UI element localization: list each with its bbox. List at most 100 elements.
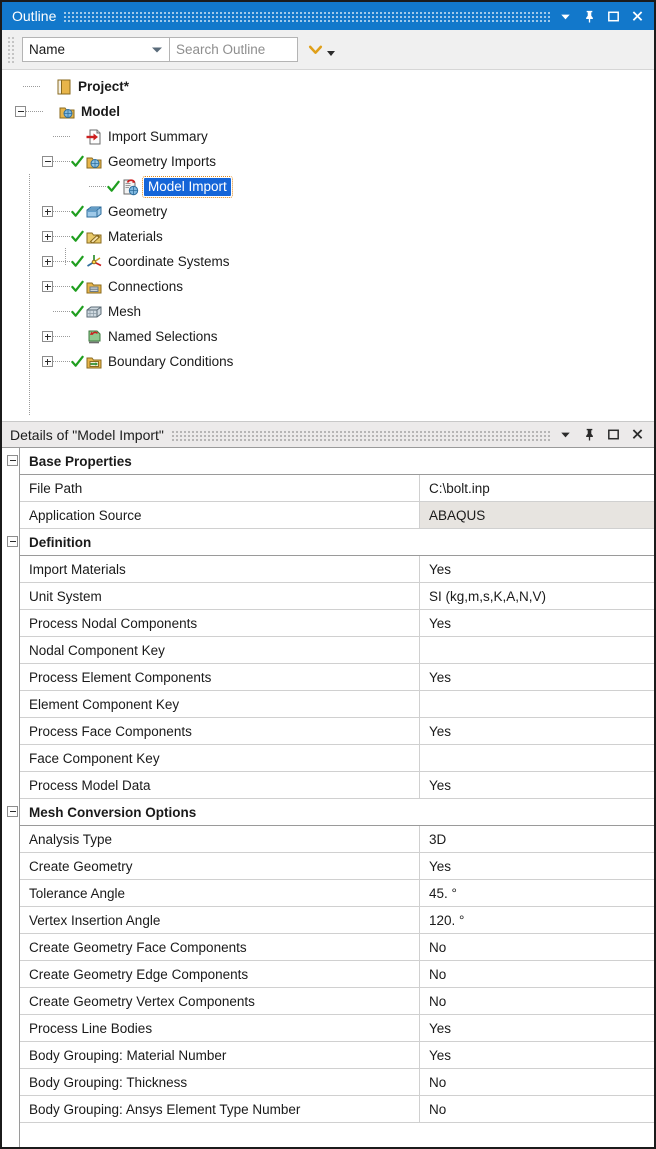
tree-item-mesh[interactable]: Mesh [2, 299, 654, 324]
tree-connector [53, 236, 71, 237]
chevron-down-icon[interactable] [558, 427, 573, 442]
tree-expander-toggle[interactable] [42, 231, 53, 242]
details-property-value[interactable]: Yes [420, 853, 654, 879]
details-row[interactable]: Process Model Data Yes [20, 772, 654, 799]
details-row[interactable]: Face Component Key [20, 745, 654, 772]
details-property-value[interactable] [420, 745, 654, 771]
details-grid-gutter [2, 448, 20, 1147]
details-row[interactable]: File Path C:\bolt.inp [20, 475, 654, 502]
details-row[interactable]: Unit System SI (kg,m,s,K,A,N,V) [20, 583, 654, 610]
tree-item-import-summary[interactable]: Import Summary [2, 124, 654, 149]
chevron-down-icon[interactable] [558, 9, 573, 24]
tree-expander-toggle[interactable] [42, 256, 53, 267]
tree-item-label: Project* [78, 79, 130, 94]
details-row[interactable]: Body Grouping: Ansys Element Type Number… [20, 1096, 654, 1123]
tree-item-coordinate-systems[interactable]: Coordinate Systems [2, 249, 654, 274]
tree-expander-toggle[interactable] [15, 106, 26, 117]
section-expander-toggle[interactable] [7, 806, 18, 817]
details-row[interactable]: Nodal Component Key [20, 637, 654, 664]
tree-item-model[interactable]: Model [2, 99, 654, 124]
details-row[interactable]: Create Geometry Vertex Components No [20, 988, 654, 1015]
pin-icon[interactable] [582, 9, 597, 24]
tree-item-boundary-conditions[interactable]: Boundary Conditions [2, 349, 654, 374]
tree-item-geometry[interactable]: Geometry [2, 199, 654, 224]
tree-item-named-selections[interactable]: Named Selections [2, 324, 654, 349]
status-check-icon [71, 230, 84, 242]
details-property-value[interactable]: SI (kg,m,s,K,A,N,V) [420, 583, 654, 609]
details-property-value[interactable]: Yes [420, 664, 654, 690]
details-row[interactable]: Import Materials Yes [20, 556, 654, 583]
chevron-down-yellow-icon[interactable] [307, 41, 324, 58]
section-expander-toggle[interactable] [7, 536, 18, 547]
details-row[interactable]: Tolerance Angle 45. ° [20, 880, 654, 907]
tree-connector [26, 111, 44, 112]
details-property-value[interactable]: 45. ° [420, 880, 654, 906]
tree-expander-toggle[interactable] [42, 356, 53, 367]
details-property-value[interactable]: No [420, 961, 654, 987]
tree-expander-toggle[interactable] [42, 331, 53, 342]
coordinate-systems-icon [87, 254, 102, 267]
details-row[interactable]: Process Nodal Components Yes [20, 610, 654, 637]
tree-expander-toggle[interactable] [42, 156, 53, 167]
tree-expander-toggle[interactable] [42, 281, 53, 292]
details-property-value[interactable]: No [420, 988, 654, 1014]
details-title: Details of "Model Import" [10, 426, 164, 443]
details-property-value[interactable]: No [420, 1069, 654, 1095]
details-row[interactable]: Application Source ABAQUS [20, 502, 654, 529]
details-row[interactable]: Process Face Components Yes [20, 718, 654, 745]
details-property-value[interactable] [420, 691, 654, 717]
outline-tree[interactable]: Project* Model Import Summary Geometry Impo… [2, 70, 654, 415]
outline-window: Outline Name Search Outline Project* Mod… [0, 0, 656, 1149]
details-grid[interactable]: Base Properties File Path C:\bolt.inp Appli… [2, 447, 654, 1147]
tree-item-geometry-imports[interactable]: Geometry Imports [2, 149, 654, 174]
tree-connector [53, 336, 71, 337]
maximize-icon[interactable] [606, 9, 621, 24]
details-property-label: Process Element Components [20, 664, 420, 690]
details-property-value[interactable]: Yes [420, 1015, 654, 1041]
close-icon[interactable] [630, 9, 645, 24]
details-property-value[interactable]: C:\bolt.inp [420, 475, 654, 501]
details-row[interactable]: Element Component Key [20, 691, 654, 718]
tree-expander-toggle[interactable] [42, 206, 53, 217]
toolbar-grip[interactable] [8, 36, 16, 63]
details-property-label: Body Grouping: Thickness [20, 1069, 420, 1095]
details-row[interactable]: Create Geometry Yes [20, 853, 654, 880]
tree-item-model-import[interactable]: Model Import [2, 174, 654, 199]
tree-item-connections[interactable]: Connections [2, 274, 654, 299]
tree-item-materials[interactable]: Materials [2, 224, 654, 249]
pin-icon[interactable] [582, 427, 597, 442]
details-property-value[interactable]: Yes [420, 556, 654, 582]
details-property-value[interactable]: Yes [420, 610, 654, 636]
boundary-conditions-folder-icon [86, 357, 102, 368]
close-icon[interactable] [630, 427, 645, 442]
details-property-label: Nodal Component Key [20, 637, 420, 663]
details-property-value[interactable] [420, 637, 654, 663]
maximize-icon[interactable] [606, 427, 621, 442]
details-property-value[interactable]: 120. ° [420, 907, 654, 933]
details-row[interactable]: Body Grouping: Thickness No [20, 1069, 654, 1096]
details-row[interactable]: Body Grouping: Material Number Yes [20, 1042, 654, 1069]
details-row[interactable]: Process Element Components Yes [20, 664, 654, 691]
details-property-value[interactable]: 3D [420, 826, 654, 852]
details-row[interactable]: Vertex Insertion Angle 120. ° [20, 907, 654, 934]
details-row[interactable]: Create Geometry Face Components No [20, 934, 654, 961]
details-property-value[interactable]: No [420, 1096, 654, 1122]
details-row[interactable]: Analysis Type 3D [20, 826, 654, 853]
tree-item-project[interactable]: Project* [2, 74, 654, 99]
details-property-value[interactable]: Yes [420, 772, 654, 798]
project-icon [57, 79, 71, 94]
expand-options[interactable] [307, 41, 335, 58]
tree-item-label: Connections [108, 279, 184, 294]
details-property-value[interactable]: Yes [420, 718, 654, 744]
details-property-label: Process Nodal Components [20, 610, 420, 636]
details-section-header: Base Properties [7, 448, 654, 475]
filter-select[interactable]: Name [22, 37, 170, 62]
details-row[interactable]: Process Line Bodies Yes [20, 1015, 654, 1042]
details-property-value[interactable]: ABAQUS [420, 502, 654, 528]
details-property-value[interactable]: No [420, 934, 654, 960]
search-input[interactable]: Search Outline [170, 37, 298, 62]
details-row[interactable]: Create Geometry Edge Components No [20, 961, 654, 988]
section-expander-toggle[interactable] [7, 455, 18, 466]
chevron-down-small-icon[interactable] [327, 51, 335, 56]
details-property-value[interactable]: Yes [420, 1042, 654, 1068]
